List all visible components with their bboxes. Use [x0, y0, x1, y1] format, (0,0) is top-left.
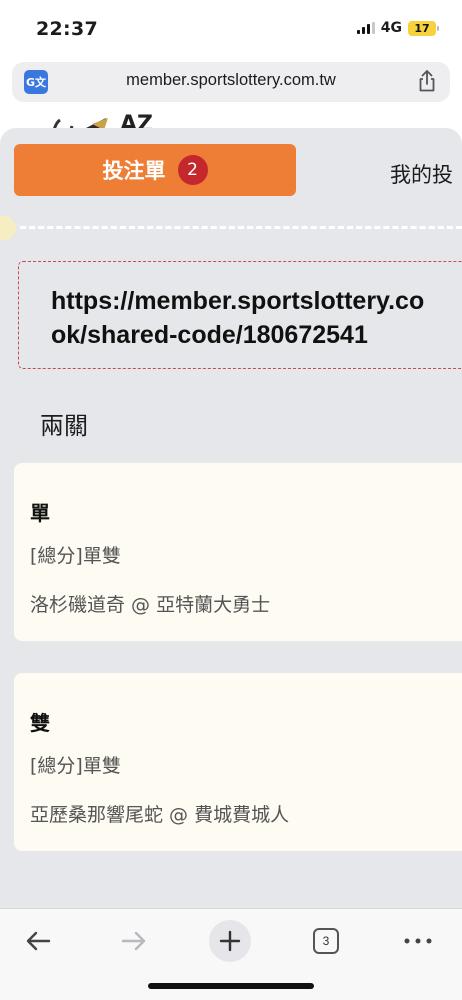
browser-toolbar: 3: [0, 908, 462, 1000]
status-indicators: 4G 17: [356, 20, 439, 36]
status-bar: 22:37 4G 17: [0, 0, 462, 58]
tab-betslip[interactable]: 投注單 2: [14, 144, 296, 196]
dashed-divider: [20, 226, 462, 229]
status-time: 22:37: [36, 18, 98, 40]
more-button[interactable]: [396, 919, 440, 963]
tabs-count: 3: [313, 928, 339, 954]
share-link-line2: ok/shared-code/180672541: [51, 321, 368, 349]
signal-icon: [356, 22, 375, 34]
divider-notch: [0, 216, 16, 240]
more-icon: [404, 938, 432, 944]
bet-match: 亞歷桑那響尾蛇 @ 費城費城人: [30, 804, 290, 826]
address-bar[interactable]: G文 member.sportslottery.com.tw: [12, 62, 450, 102]
forward-button[interactable]: [112, 919, 156, 963]
bet-match: 洛杉磯道奇 @ 亞特蘭大勇士: [30, 594, 271, 616]
share-icon[interactable]: [416, 69, 438, 93]
bet-selection: 單: [30, 501, 50, 525]
tab-my-bets[interactable]: 我的投: [390, 159, 453, 189]
bet-card[interactable]: 單 [總分]單雙 洛杉磯道奇 @ 亞特蘭大勇士: [14, 463, 462, 641]
back-button[interactable]: [16, 919, 60, 963]
bet-market: [總分]單雙: [30, 545, 121, 567]
betslip-sheet: 投注單 2 我的投 https://member.sportslottery.c…: [0, 128, 462, 908]
combo-label: 兩關: [40, 412, 88, 440]
share-link-line1: https://member.sportslottery.co: [51, 287, 425, 315]
arrow-left-icon: [26, 931, 51, 951]
battery-icon: 17: [408, 20, 439, 36]
network-type: 4G: [380, 20, 402, 36]
plus-icon: [209, 920, 251, 962]
tab-betslip-label: 投注單: [102, 159, 166, 183]
bet-market: [總分]單雙: [30, 755, 121, 777]
url-text[interactable]: member.sportslottery.com.tw: [12, 71, 450, 90]
bet-card[interactable]: 雙 [總分]單雙 亞歷桑那響尾蛇 @ 費城費城人: [14, 673, 462, 851]
home-indicator: [148, 983, 314, 989]
tabs-button[interactable]: 3: [304, 919, 348, 963]
bet-selection: 雙: [30, 711, 50, 735]
share-link-box[interactable]: https://member.sportslottery.co ok/share…: [18, 261, 462, 369]
arrow-right-icon: [121, 931, 146, 951]
new-tab-button[interactable]: [208, 919, 252, 963]
bet-count-badge: 2: [177, 155, 208, 185]
